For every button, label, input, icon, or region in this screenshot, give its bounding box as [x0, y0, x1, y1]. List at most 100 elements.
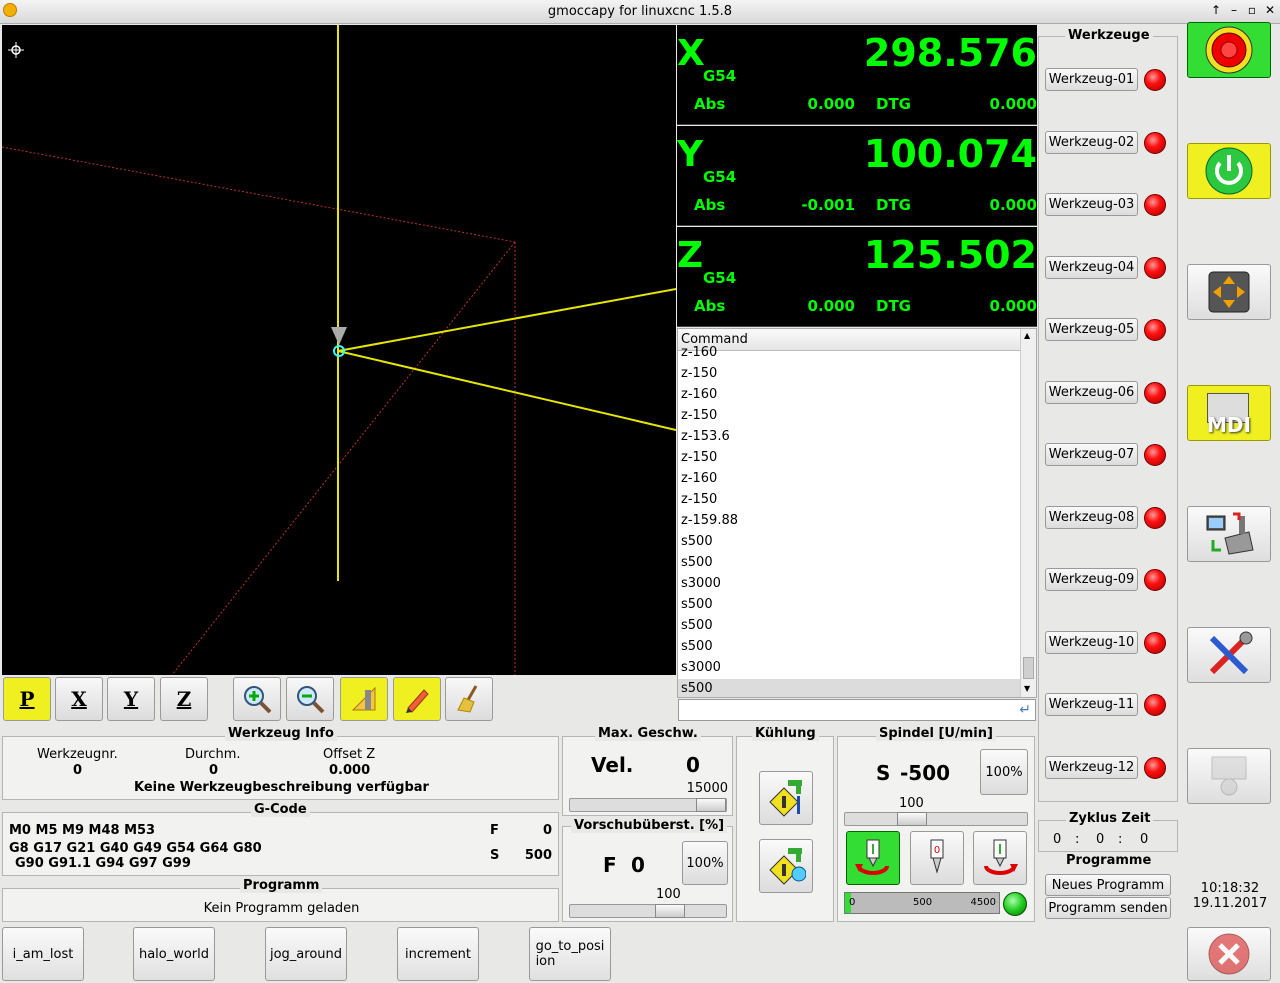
spindle-slider-knob[interactable]	[897, 812, 927, 826]
max-vel-max: 15000	[686, 781, 728, 796]
zoom-out-button[interactable]	[286, 677, 334, 721]
tool-button[interactable]: Werkzeug-01	[1045, 68, 1138, 91]
scroll-up-icon[interactable]: ▲	[1024, 331, 1030, 340]
command-row[interactable]: s3000	[678, 658, 1020, 679]
spindle-stop-button[interactable]: 0	[910, 831, 964, 885]
spindle-override-slider[interactable]	[844, 812, 1028, 826]
dro-abs-value: -0.001	[801, 196, 855, 214]
tool-description: Keine Werkzeugbeschreibung verfügbar	[134, 780, 429, 795]
dro-x[interactable]: X G54 298.576 Abs 0.000 DTG 0.000	[677, 25, 1037, 125]
macro-i-am-lost-button[interactable]: i_am_lost	[2, 927, 84, 981]
command-row[interactable]: z-160	[678, 469, 1020, 490]
clear-plot-button[interactable]	[445, 677, 493, 721]
gcode-f-label: F	[490, 823, 499, 838]
preview-3d[interactable]	[2, 25, 676, 675]
macro-jog-around-button[interactable]: jog_around	[265, 927, 347, 981]
command-row[interactable]: z-150	[678, 406, 1020, 427]
zoom-in-button[interactable]	[233, 677, 281, 721]
tool-button[interactable]: Werkzeug-04	[1045, 256, 1138, 279]
view-x-button[interactable]: X	[55, 677, 103, 721]
show-dimensions-button[interactable]	[340, 677, 388, 721]
command-row[interactable]: z-160	[678, 343, 1020, 364]
tool-button[interactable]: Werkzeug-07	[1045, 443, 1138, 466]
max-vel-slider-knob[interactable]	[696, 798, 726, 812]
tool-button[interactable]: Werkzeug-03	[1045, 193, 1138, 216]
command-scrollbar[interactable]: ▲ ▼	[1020, 329, 1036, 697]
feed-override-slider[interactable]	[569, 904, 727, 918]
command-row[interactable]: z-150	[678, 364, 1020, 385]
scroll-down-icon[interactable]: ▼	[1024, 684, 1030, 693]
mdi-command-input[interactable]: ↵	[678, 699, 1036, 721]
show-path-button[interactable]	[393, 677, 441, 721]
estop-button[interactable]	[1187, 22, 1271, 78]
command-row[interactable]: s500	[678, 595, 1020, 616]
tool-button[interactable]: Werkzeug-11	[1045, 693, 1138, 716]
tool-button[interactable]: Werkzeug-10	[1045, 631, 1138, 654]
spindle-100-button[interactable]: 100%	[980, 749, 1028, 795]
send-program-button[interactable]: Programm senden	[1045, 897, 1171, 919]
macro-halo-world-button[interactable]: halo_world	[133, 927, 215, 981]
spindle-ccw-button[interactable]	[846, 831, 900, 885]
max-velocity-panel: Vel. 0 15000	[562, 736, 733, 816]
dro-z[interactable]: Z G54 125.502 Abs 0.000 DTG 0.000	[677, 227, 1037, 327]
exit-button[interactable]	[1187, 927, 1271, 981]
dro-y[interactable]: Y G54 100.074 Abs -0.001 DTG 0.000	[677, 126, 1037, 226]
feed-100-button[interactable]: 100%	[682, 841, 728, 885]
tool-button[interactable]: Werkzeug-06	[1045, 381, 1138, 404]
tool-label: Werkzeug-09	[1048, 572, 1135, 587]
close-icon[interactable]: ✕	[1262, 3, 1278, 17]
feed-scale: 100	[656, 887, 681, 902]
power-button[interactable]	[1187, 143, 1271, 199]
command-row[interactable]: z-150	[678, 448, 1020, 469]
command-row[interactable]: s500	[678, 532, 1020, 553]
command-row[interactable]: s500	[678, 616, 1020, 637]
command-row[interactable]: s500	[678, 637, 1020, 658]
macro-increment-button[interactable]: increment	[397, 927, 479, 981]
spindle-bar-max: 4500	[970, 897, 996, 908]
new-program-button[interactable]: Neues Programm	[1045, 874, 1171, 896]
tool-button[interactable]: Werkzeug-09	[1045, 568, 1138, 591]
feed-override-panel: F 0 100% 100	[562, 826, 733, 922]
tool-button[interactable]: Werkzeug-02	[1045, 131, 1138, 154]
command-row[interactable]: z-160	[678, 385, 1020, 406]
flood-button[interactable]	[759, 771, 813, 825]
manual-mode-button[interactable]	[1187, 264, 1271, 320]
macro-go-to-position-button[interactable]: go_to_posi ion	[529, 927, 611, 981]
coolant-flood-icon	[769, 780, 802, 817]
feed-override-title: Vorschubüberst. [%]	[571, 818, 728, 833]
settings-button[interactable]	[1187, 627, 1271, 683]
mist-button[interactable]	[759, 839, 813, 893]
view-y-button[interactable]: Y	[107, 677, 155, 721]
exit-icon	[1208, 933, 1250, 975]
command-row[interactable]: s500	[678, 553, 1020, 574]
tool-button[interactable]: Werkzeug-08	[1045, 506, 1138, 529]
command-row[interactable]: z-159.88	[678, 511, 1020, 532]
command-row[interactable]: z-153.6	[678, 427, 1020, 448]
command-row[interactable]: s3000	[678, 574, 1020, 595]
spindle-stop-icon: 0	[930, 839, 944, 874]
gcode-line-1: M0 M5 M9 M48 M53	[9, 823, 156, 838]
command-row[interactable]: s500	[678, 679, 1020, 697]
minimize-icon[interactable]: –	[1226, 3, 1242, 17]
user-tabs-button[interactable]	[1187, 748, 1271, 804]
command-row[interactable]: z-150	[678, 490, 1020, 511]
dro-coord-system: G54	[703, 168, 737, 186]
scroll-thumb[interactable]	[1023, 657, 1034, 679]
mdi-mode-button[interactable]: MDI	[1187, 385, 1271, 441]
maximize-icon[interactable]: ▫	[1244, 3, 1260, 17]
max-vel-slider[interactable]	[569, 798, 727, 812]
tool-button[interactable]: Werkzeug-12	[1045, 756, 1138, 779]
enter-icon[interactable]: ↵	[1019, 702, 1031, 718]
view-z-button[interactable]: Z	[160, 677, 208, 721]
tool-status-led	[1144, 444, 1166, 466]
command-history[interactable]: Command z-160 z-150 z-160 z-150 z-153.6 z-150…	[677, 328, 1037, 698]
auto-mode-button[interactable]	[1187, 506, 1271, 562]
cycle-title: Zyklus Zeit	[1066, 811, 1154, 826]
spindle-cw-button[interactable]	[973, 831, 1027, 885]
gcode-title: G-Code	[251, 802, 310, 817]
view-p-button[interactable]: P	[3, 677, 51, 721]
tool-button[interactable]: Werkzeug-05	[1045, 318, 1138, 341]
feed-slider-knob[interactable]	[655, 904, 685, 918]
broom-icon	[457, 685, 478, 713]
keep-above-icon[interactable]: ↑	[1208, 3, 1224, 17]
